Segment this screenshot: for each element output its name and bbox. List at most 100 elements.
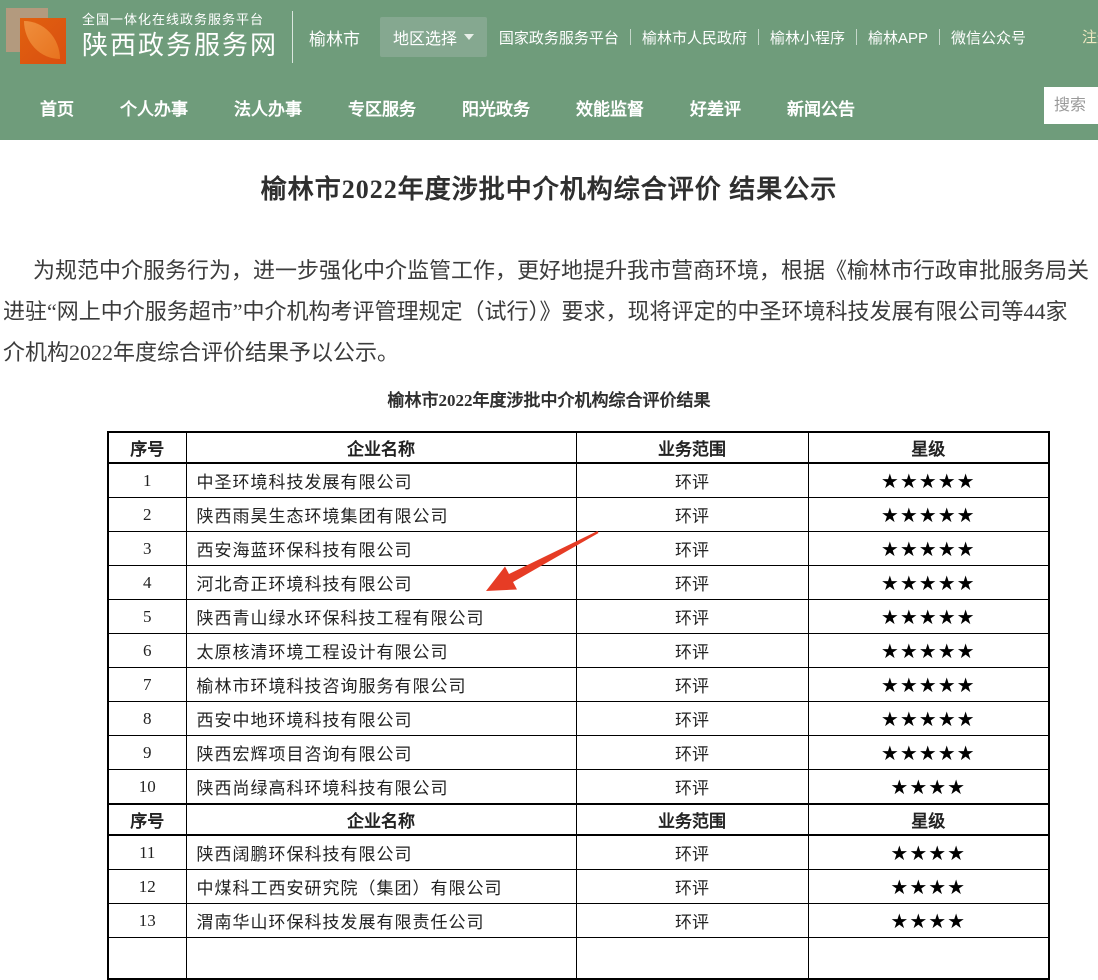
table-row: 8西安中地环境科技有限公司环评★★★★★ — [108, 702, 1049, 736]
cell-stars: ★★★★★ — [808, 668, 1049, 702]
site-name: 陕西政务服务网 — [82, 31, 278, 61]
cell-stars: ★★★★★ — [808, 532, 1049, 566]
cell-name: 中煤科工西安研究院（集团）有限公司 — [186, 870, 576, 904]
nav-item[interactable]: 新闻公告 — [787, 95, 855, 120]
cell-stars: ★★★★★ — [808, 634, 1049, 668]
cell-name: 陕西尚绿高科环境科技有限公司 — [186, 770, 576, 805]
current-city-label: 榆林市 — [309, 25, 360, 50]
results-table: 序号企业名称业务范围星级1中圣环境科技发展有限公司环评★★★★★2陕西雨昊生态环… — [107, 431, 1050, 980]
cell-stars: ★★★★ — [808, 835, 1049, 870]
column-header: 序号 — [108, 432, 186, 463]
column-header: 序号 — [108, 804, 186, 835]
cell-stars: ★★★★★ — [808, 600, 1049, 634]
nav-items: 首页 个人办事 法人办事 专区服务 阳光政务 效能监督 好差评 新闻公告 — [0, 95, 901, 120]
top-link-separator — [758, 29, 759, 45]
cell-name: 中圣环境科技发展有限公司 — [186, 463, 576, 498]
table-row: 7榆林市环境科技咨询服务有限公司环评★★★★★ — [108, 668, 1049, 702]
cell-scope: 环评 — [576, 532, 808, 566]
top-link-separator — [939, 29, 940, 45]
cell-scope: 环评 — [576, 600, 808, 634]
table-row: 11陕西阔鹏环保科技有限公司环评★★★★ — [108, 835, 1049, 870]
nav-item[interactable]: 专区服务 — [348, 95, 416, 120]
header-top-bar: 全国一体化在线政务服务平台 陕西政务服务网 榆林市 地区选择 国家政务服务平台 榆… — [0, 0, 1098, 74]
cell-stars: ★★★★ — [808, 904, 1049, 938]
search-box — [1044, 87, 1098, 124]
top-link[interactable]: 微信公众号 — [951, 27, 1026, 48]
cell-scope: 环评 — [576, 463, 808, 498]
table-row: 4河北奇正环境科技有限公司环评★★★★★ — [108, 566, 1049, 600]
table-header-row: 序号企业名称业务范围星级 — [108, 432, 1049, 463]
region-select-button[interactable]: 地区选择 — [380, 17, 487, 57]
top-links: 国家政务服务平台 榆林市人民政府 榆林小程序 榆林APP 微信公众号 — [499, 27, 1026, 48]
cell-scope: 环评 — [576, 904, 808, 938]
table-row: 13渭南华山环保科技发展有限责任公司环评★★★★ — [108, 904, 1049, 938]
table-row: 1中圣环境科技发展有限公司环评★★★★★ — [108, 463, 1049, 498]
cell-stars: ★★★★★ — [808, 566, 1049, 600]
page-title: 榆林市2022年度涉批中介机构综合评价 结果公示 — [0, 170, 1098, 210]
paragraph-line: 介机构2022年度综合评价结果予以公示。 — [3, 332, 1098, 373]
table-row: 5陕西青山绿水环保科技工程有限公司环评★★★★★ — [108, 600, 1049, 634]
cell-no: 10 — [108, 770, 186, 805]
cell-name: 西安中地环境科技有限公司 — [186, 702, 576, 736]
top-link[interactable]: 榆林小程序 — [770, 27, 845, 48]
cell-name: 太原核清环境工程设计有限公司 — [186, 634, 576, 668]
nav-item[interactable]: 好差评 — [690, 95, 741, 120]
cell-scope: 环评 — [576, 566, 808, 600]
cell-name: 渭南华山环保科技发展有限责任公司 — [186, 904, 576, 938]
site-brand: 全国一体化在线政务服务平台 陕西政务服务网 — [82, 13, 278, 61]
cell-no: 3 — [108, 532, 186, 566]
cell-scope: 环评 — [576, 498, 808, 532]
column-header: 业务范围 — [576, 804, 808, 835]
table-caption: 榆林市2022年度涉批中介机构综合评价结果 — [0, 389, 1098, 413]
cell-scope: 环评 — [576, 668, 808, 702]
nav-item[interactable]: 个人办事 — [120, 95, 188, 120]
cell-no: 4 — [108, 566, 186, 600]
nav-item[interactable]: 首页 — [40, 95, 74, 120]
cell-name: 陕西宏辉项目咨询有限公司 — [186, 736, 576, 770]
cell-no: 7 — [108, 668, 186, 702]
cell-no: 9 — [108, 736, 186, 770]
top-link[interactable]: 国家政务服务平台 — [499, 27, 619, 48]
cell-stars: ★★★★★ — [808, 498, 1049, 532]
nav-item[interactable]: 阳光政务 — [462, 95, 530, 120]
top-link[interactable]: 榆林APP — [868, 27, 928, 48]
table-row-partial — [108, 938, 1049, 980]
cell-scope: 环评 — [576, 634, 808, 668]
cell-no: 2 — [108, 498, 186, 532]
cell-stars: ★★★★★ — [808, 736, 1049, 770]
table-header-row: 序号企业名称业务范围星级 — [108, 804, 1049, 835]
column-header: 星级 — [808, 804, 1049, 835]
search-input[interactable] — [1044, 87, 1098, 124]
announcement-paragraph: 为规范中介服务行为，进一步强化中介监管工作，更好地提升我市营商环境，根据《榆林市… — [3, 250, 1098, 373]
results-table-body: 序号企业名称业务范围星级1中圣环境科技发展有限公司环评★★★★★2陕西雨昊生态环… — [108, 432, 1049, 979]
region-select-label: 地区选择 — [393, 25, 457, 49]
cell-scope: 环评 — [576, 870, 808, 904]
cell-scope: 环评 — [576, 736, 808, 770]
nav-item[interactable]: 效能监督 — [576, 95, 644, 120]
cell-scope: 环评 — [576, 702, 808, 736]
paragraph-line: 进驻“网上中介服务超市”中介机构考评管理规定（试行）》要求，现将评定的中圣环境科… — [3, 291, 1098, 332]
table-row: 10陕西尚绿高科环境科技有限公司环评★★★★ — [108, 770, 1049, 805]
cell-no — [108, 938, 186, 980]
table-row: 2陕西雨昊生态环境集团有限公司环评★★★★★ — [108, 498, 1049, 532]
top-link[interactable]: 榆林市人民政府 — [642, 27, 747, 48]
cell-scope: 环评 — [576, 770, 808, 805]
cell-name: 陕西阔鹏环保科技有限公司 — [186, 835, 576, 870]
cell-name: 陕西青山绿水环保科技工程有限公司 — [186, 600, 576, 634]
top-link-separator — [856, 29, 857, 45]
cell-no: 5 — [108, 600, 186, 634]
cell-stars: ★★★★ — [808, 770, 1049, 805]
cell-stars: ★★★★★ — [808, 463, 1049, 498]
site-header: 全国一体化在线政务服务平台 陕西政务服务网 榆林市 地区选择 国家政务服务平台 榆… — [0, 0, 1098, 140]
column-header: 企业名称 — [186, 432, 576, 463]
cell-no: 1 — [108, 463, 186, 498]
cell-stars: ★★★★ — [808, 870, 1049, 904]
cell-scope: 环评 — [576, 835, 808, 870]
brand-divider — [292, 11, 293, 63]
table-row: 3西安海蓝环保科技有限公司环评★★★★★ — [108, 532, 1049, 566]
register-link[interactable]: 注册 — [1082, 26, 1098, 47]
nav-item[interactable]: 法人办事 — [234, 95, 302, 120]
cell-no: 11 — [108, 835, 186, 870]
cell-scope — [576, 938, 808, 980]
table-row: 12中煤科工西安研究院（集团）有限公司环评★★★★ — [108, 870, 1049, 904]
